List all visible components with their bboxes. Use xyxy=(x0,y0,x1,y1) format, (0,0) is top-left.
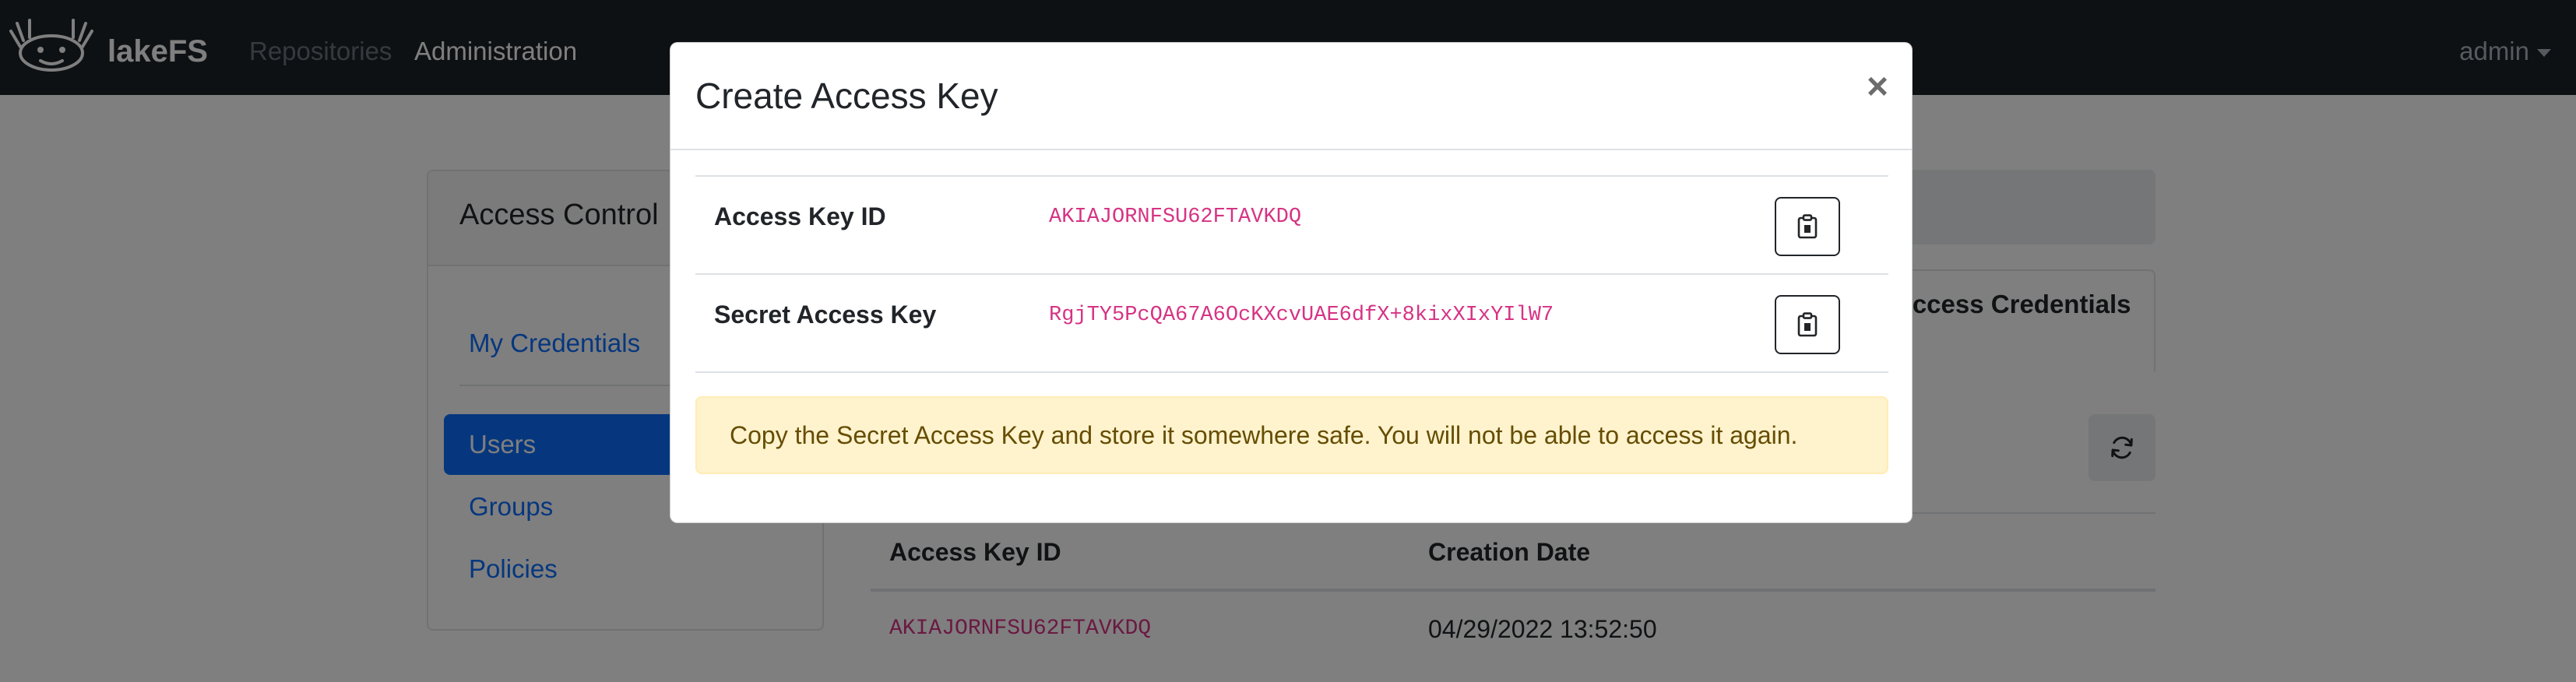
modal-title: Create Access Key xyxy=(695,76,998,116)
modal-header: Create Access Key × xyxy=(670,43,1912,150)
access-key-id-label: Access Key ID xyxy=(714,202,886,230)
credential-row-access-key-id: Access Key ID AKIAJORNFSU62FTAVKDQ xyxy=(695,177,1888,275)
access-key-id-value: AKIAJORNFSU62FTAVKDQ xyxy=(1049,206,1302,229)
close-icon[interactable]: × xyxy=(1867,66,1888,108)
credentials-table: Access Key ID AKIAJORNFSU62FTAVKDQ Secre… xyxy=(695,175,1888,373)
clipboard-icon xyxy=(1797,312,1818,337)
secret-access-key-label: Secret Access Key xyxy=(714,301,937,329)
clipboard-icon xyxy=(1797,214,1818,239)
copy-secret-access-key-button[interactable] xyxy=(1775,295,1840,354)
create-access-key-modal: Create Access Key × Access Key ID AKIAJO… xyxy=(670,42,1913,523)
credential-row-secret-access-key: Secret Access Key RgjTY5PcQA67A6OcKXcvUA… xyxy=(695,275,1888,373)
warning-alert: Copy the Secret Access Key and store it … xyxy=(695,396,1888,474)
secret-access-key-value: RgjTY5PcQA67A6OcKXcvUAE6dfX+8kixXIxYIlW7 xyxy=(1049,304,1554,327)
copy-access-key-id-button[interactable] xyxy=(1775,197,1840,256)
